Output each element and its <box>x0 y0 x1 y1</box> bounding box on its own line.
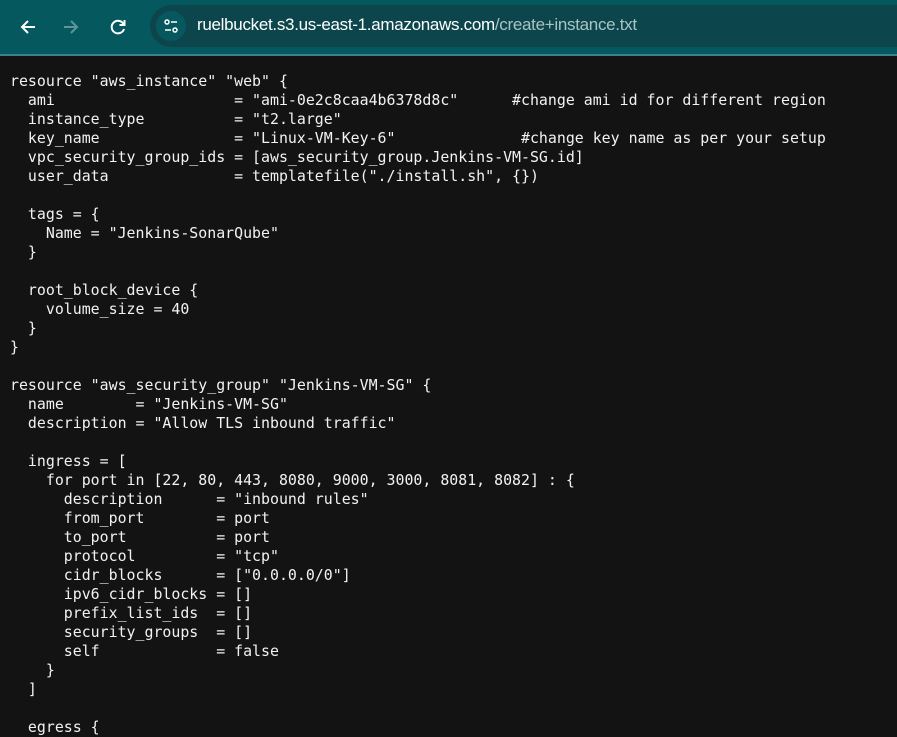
code-line: vpc_security_group_ids = [aws_security_g… <box>10 148 584 166</box>
code-line: } <box>10 661 55 679</box>
code-line: ] <box>10 680 37 698</box>
url-path: /create+instance.txt <box>494 15 637 34</box>
code-line: tags = { <box>10 205 100 223</box>
file-content: resource "aws_instance" "web" { ami = "a… <box>10 72 826 737</box>
code-line: resource "aws_instance" "web" { <box>10 72 288 90</box>
back-button[interactable] <box>12 11 44 43</box>
code-line: volume_size = 40 <box>10 300 190 318</box>
url-text[interactable]: ruelbucket.s3.us-east-1.amazonaws.com/cr… <box>197 15 637 35</box>
reload-icon <box>110 19 126 35</box>
code-line: } <box>10 319 37 337</box>
code-line: Name = "Jenkins-SonarQube" <box>10 224 279 242</box>
code-line: } <box>10 243 37 261</box>
code-line: ingress = [ <box>10 452 127 470</box>
code-line: } <box>10 338 19 356</box>
code-line: self = false <box>10 642 279 660</box>
code-line: prefix_list_ids = [] <box>10 604 253 622</box>
code-line: cidr_blocks = ["0.0.0.0/0"] <box>10 566 351 584</box>
reload-button[interactable] <box>102 11 134 43</box>
code-line: user_data = templatefile("./install.sh",… <box>10 167 539 185</box>
code-line: key_name = "Linux-VM-Key-6" #change key … <box>10 129 826 147</box>
code-line: from_port = port <box>10 509 270 527</box>
code-line: description = "Allow TLS inbound traffic… <box>10 414 396 432</box>
code-line: root_block_device { <box>10 281 199 299</box>
code-line: resource "aws_security_group" "Jenkins-V… <box>10 376 432 394</box>
back-arrow-icon <box>20 20 35 34</box>
site-info-button[interactable] <box>156 11 186 41</box>
code-line: for port in [22, 80, 443, 8080, 9000, 30… <box>10 471 575 489</box>
code-line: egress { <box>10 718 100 736</box>
code-line: name = "Jenkins-VM-SG" <box>10 395 288 413</box>
site-info-icon <box>164 19 178 33</box>
code-line: to_port = port <box>10 528 270 546</box>
code-line: description = "inbound rules" <box>10 490 369 508</box>
browser-toolbar: ruelbucket.s3.us-east-1.amazonaws.com/cr… <box>0 0 897 56</box>
forward-arrow-icon <box>64 20 79 34</box>
forward-button[interactable] <box>55 11 87 43</box>
code-line: ami = "ami-0e2c8caa4b6378d8c" #change am… <box>10 91 826 109</box>
code-line: security_groups = [] <box>10 623 253 641</box>
url-host: ruelbucket.s3.us-east-1.amazonaws.com <box>197 15 495 34</box>
code-line: ipv6_cidr_blocks = [] <box>10 585 253 603</box>
code-line: protocol = "tcp" <box>10 547 279 565</box>
code-line: instance_type = "t2.large" <box>10 110 342 128</box>
